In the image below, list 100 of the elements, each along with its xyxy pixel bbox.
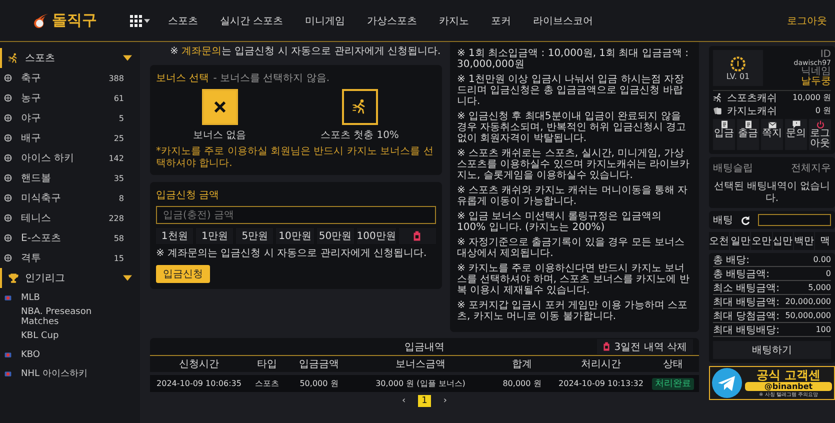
sidebar-item[interactable]: 축구 388	[0, 68, 140, 88]
emblem-icon	[4, 350, 12, 358]
nav-link[interactable]: 라이브스코어	[533, 14, 594, 28]
clear-all-link[interactable]: 전체지우	[791, 161, 831, 176]
running-figure-icon	[713, 92, 723, 103]
emblem-icon	[4, 370, 12, 378]
sidebar-item[interactable]: MLB	[0, 288, 140, 307]
trash-icon	[413, 231, 422, 241]
delete-button[interactable]: 3일전 내역 삭제	[597, 339, 693, 354]
count-label: 25	[114, 134, 124, 142]
amount-button[interactable]: 맥	[814, 232, 835, 250]
deposit-button[interactable]: 입금신청	[156, 264, 210, 282]
power-icon	[816, 120, 824, 130]
bonus-option[interactable]	[202, 89, 238, 125]
nav-link[interactable]: 스포츠	[168, 14, 198, 28]
count-label: 228	[108, 214, 124, 222]
amount-button[interactable]: 오천	[709, 232, 730, 250]
notice-text: ※ 입금 보너스 미선택시 롤링규정은 입금액의 100% 입니다. (카지노는 200%)	[457, 211, 662, 233]
menu-button[interactable]	[130, 14, 150, 26]
action-button[interactable]: 출금	[737, 119, 759, 150]
caret-icon	[144, 18, 150, 22]
page-number[interactable]: 1	[418, 395, 432, 407]
nav-link[interactable]: 미니게임	[305, 14, 346, 28]
sidebar-item[interactable]: NHL 아이스하키	[0, 364, 140, 383]
nav-link[interactable]: 가상스포츠	[367, 14, 418, 28]
amount-button[interactable]: 10만원	[276, 228, 314, 244]
table-cell-text: 80,000 원	[502, 378, 542, 389]
amount-button[interactable]: 일만	[730, 232, 750, 250]
action-button[interactable]: 쪽지	[761, 119, 783, 150]
ball-icon	[4, 154, 12, 162]
column-header: 신청시간	[178, 358, 220, 371]
nav-link[interactable]: 실시간 스포츠	[220, 14, 284, 28]
count-label: 58	[114, 234, 124, 242]
sidebar-item[interactable]: 핸드볼 35	[0, 168, 140, 188]
bonus-option[interactable]	[342, 89, 378, 125]
notice-text: ※ 입금신청 후 최대5분이내 입금이 완료되지 않을 경우 자동취소되며, 반복적인 허위 입금신청시 경고없이 회원자격이 박탈됩니다.	[457, 111, 688, 144]
nav-link[interactable]: 포커	[491, 14, 512, 28]
fireball-icon	[34, 12, 50, 28]
sidebar-item[interactable]: 배구 25	[0, 128, 140, 148]
nav-link[interactable]: 카지노	[439, 14, 470, 28]
ball-icon	[4, 134, 12, 142]
paper-plane-icon	[712, 368, 742, 398]
count-label: 8	[118, 194, 124, 202]
amount-button[interactable]: 5만원	[236, 228, 274, 244]
amount-button[interactable]: 오만	[751, 232, 772, 250]
section-header[interactable]: 인기리그	[0, 268, 140, 288]
previous-page[interactable]: ‹	[398, 395, 410, 407]
sidebar-item[interactable]: 아이스 하키 142	[0, 148, 140, 168]
amount-button[interactable]: 십만	[772, 232, 793, 250]
document-icon	[720, 120, 728, 130]
count-label: 388	[108, 74, 124, 82]
section-header[interactable]: 스포츠	[0, 48, 140, 68]
section-title: 보너스 선택	[156, 72, 210, 85]
sidebar-item[interactable]: NBA. Preseason Matches	[0, 307, 140, 326]
bet-button[interactable]: 배팅하기	[713, 341, 831, 360]
logo-text[interactable]: 돌직구	[52, 11, 97, 30]
sidebar-item[interactable]: 테니스 228	[0, 208, 140, 228]
count-label: 61	[114, 94, 124, 102]
cash-label: 스포츠캐쉬	[727, 92, 778, 105]
sidebar-item[interactable]: 미식축구 8	[0, 188, 140, 208]
bet-amount-field[interactable]	[758, 214, 831, 226]
nickname-label: 닉네임	[800, 67, 831, 78]
amount-button[interactable]: 1천원	[156, 228, 194, 244]
sidebar-item[interactable]: 농구 61	[0, 88, 140, 108]
action-button[interactable]: 입금	[713, 119, 735, 150]
sidebar-item[interactable]: 야구 5	[0, 108, 140, 128]
stat-value: 5,000	[808, 283, 831, 292]
stat-label: 최대 배팅배당:	[713, 324, 780, 337]
sidebar-item[interactable]: E-스포츠 58	[0, 228, 140, 248]
amount-button[interactable]: 백만	[794, 232, 814, 250]
action-button[interactable]: 문의	[785, 119, 807, 150]
sidebar-item[interactable]: KBL Cup	[0, 326, 140, 345]
ball-icon	[4, 94, 12, 102]
notice-text: ※ 계좌문의는 입금신청 시 자동으로 관리자에게 신청됩니다.	[156, 248, 428, 260]
logout-link[interactable]: 로그아웃	[787, 14, 827, 28]
refresh-icon	[741, 216, 750, 225]
sidebar-item[interactable]: KBO	[0, 345, 140, 364]
next-page[interactable]: ›	[439, 395, 451, 407]
amount-button[interactable]: 100만원	[356, 228, 396, 244]
option-label: 보너스 없음	[193, 129, 246, 142]
amount-button[interactable]: 50만원	[316, 228, 354, 244]
sidebar-item[interactable]: 격투 15	[0, 248, 140, 268]
ball-icon	[4, 254, 12, 262]
action-button[interactable]: 로그아웃	[809, 119, 831, 150]
clear-button[interactable]	[398, 228, 436, 244]
notice-text: ※ 스포츠 캐쉬와 카지노 캐쉬는 머니이동을 통해 자유롭게 이동이 가능합니다.	[457, 185, 689, 207]
banner-title: 공식 고객센	[755, 368, 822, 382]
stat-value: 50,000,000	[785, 311, 831, 320]
notice-text: ※ 1천만원 이상 입금시 나눠서 입금 하시는점 자장드리며 입금신청은 총 입금금액으로 입금신청 바랍니다.	[457, 74, 685, 107]
cash-label: 카지노캐쉬	[727, 104, 778, 118]
bet-label: 배팅	[713, 214, 733, 228]
notice-text: ※ 계좌문의는 입금신청 시 자동으로 관리자에게 신청됩니다.	[169, 45, 442, 58]
amount-button[interactable]: 1만원	[196, 228, 234, 244]
section-title: 입금신청 금액	[156, 189, 220, 202]
count-label: 35	[114, 174, 124, 182]
count-label: 5	[118, 114, 124, 122]
stat-value: 0	[826, 269, 831, 278]
empty-message: 선택된 배팅내역이 없습니다.	[713, 181, 831, 204]
id-label: ID	[820, 50, 831, 60]
amount-field[interactable]: 입금(충전) 금액	[156, 206, 436, 224]
